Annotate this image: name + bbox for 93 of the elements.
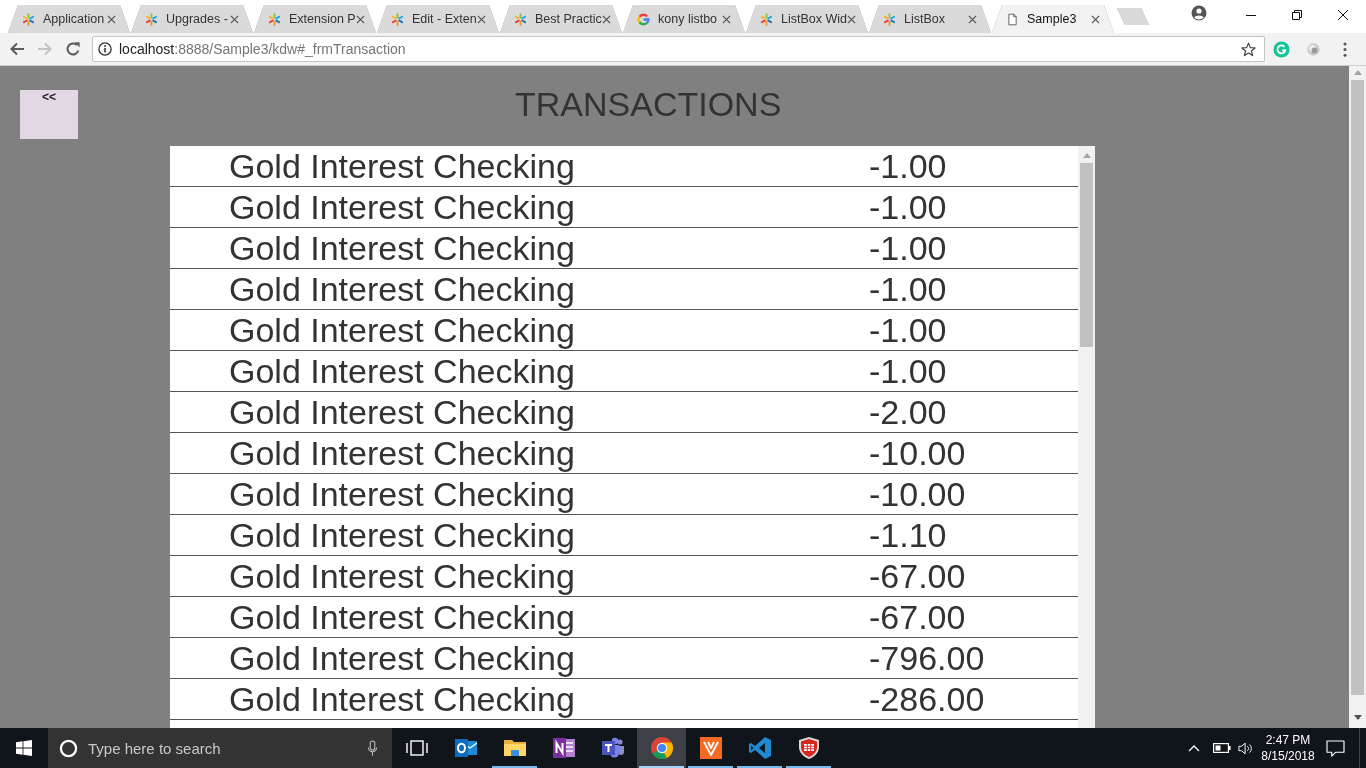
pinwheel-icon: [268, 12, 281, 26]
transaction-amount: -67.00: [869, 556, 966, 596]
close-icon[interactable]: [601, 14, 611, 24]
speaker-icon[interactable]: [1238, 740, 1254, 756]
envelope-tile-icon: [453, 736, 478, 760]
close-icon[interactable]: [847, 14, 856, 24]
battery-icon[interactable]: [1213, 743, 1231, 753]
transaction-description[interactable]: Gold Interest Checking: [170, 556, 575, 596]
ribbon-icon: [747, 736, 772, 760]
page-icon: [1006, 12, 1019, 26]
transaction-amount: -1.00: [869, 187, 947, 227]
browser-tab[interactable]: Upgrades -: [131, 5, 253, 33]
menu-icon[interactable]: [1343, 41, 1347, 57]
transaction-amount: -10.00: [869, 474, 966, 514]
transaction-description[interactable]: Gold Interest Checking: [170, 310, 575, 350]
transaction-description[interactable]: Gold Interest Checking: [170, 146, 575, 186]
transaction-description[interactable]: Gold Interest Checking: [170, 351, 575, 391]
account-icon[interactable]: [1191, 5, 1207, 21]
transaction-description[interactable]: Gold Interest Checking: [170, 638, 575, 678]
browser-tab[interactable]: ListBox Wid: [746, 5, 868, 33]
transaction-description[interactable]: Gold Interest Checking: [170, 597, 575, 637]
info-icon[interactable]: [98, 42, 112, 56]
browser-tab[interactable]: kony listbo: [623, 5, 745, 33]
pinwheel-icon: [514, 12, 527, 26]
pinwheel-icon: [883, 12, 896, 26]
scrollbar[interactable]: [1078, 146, 1095, 728]
search-bar[interactable]: Type here to search: [48, 728, 392, 768]
browser-tab[interactable]: Best Practic: [500, 5, 622, 33]
scrollbar-thumb[interactable]: [1351, 80, 1364, 695]
transaction-description[interactable]: Gold Interest Checking: [170, 269, 575, 309]
transaction-description[interactable]: Gold Interest Checking: [170, 228, 575, 268]
four-pane-icon: [16, 740, 32, 756]
clock-date[interactable]: 8/15/2018: [1261, 748, 1315, 764]
page-title: TRANSACTIONS: [515, 84, 782, 124]
browser-tab[interactable]: Extension P: [254, 5, 376, 33]
transaction-amount: -1.10: [869, 515, 947, 555]
close-icon[interactable]: [355, 14, 365, 24]
address-field[interactable]: localhost:8888/Sample3/kdw#_frmTransaction: [92, 36, 1265, 62]
transaction-amount: -1.00: [869, 146, 947, 186]
browser-tab[interactable]: Application: [8, 5, 130, 33]
back-button[interactable]: <<: [20, 90, 78, 139]
restore-icon: [1292, 10, 1302, 20]
transaction-amount: -796.00: [869, 638, 985, 678]
left-arrow-icon: [9, 41, 25, 57]
chevron-tile-icon: [698, 736, 723, 760]
browser-tab[interactable]: Sample3: [992, 5, 1114, 33]
transaction-description[interactable]: Gold Interest Checking: [170, 187, 575, 227]
close-icon: [1338, 10, 1348, 20]
taskbar-app-button[interactable]: [637, 728, 686, 768]
microphone-icon[interactable]: [367, 739, 378, 757]
ring-icon: [59, 738, 78, 758]
transaction-amount: -10.00: [869, 433, 966, 473]
segmented-circle-icon: [649, 736, 674, 760]
ball-icon[interactable]: [1304, 40, 1322, 58]
star-icon[interactable]: [1241, 41, 1256, 57]
people-tile-icon: [600, 736, 625, 760]
close-icon[interactable]: [476, 14, 486, 24]
browser-tab[interactable]: ListBox: [869, 5, 991, 33]
pinwheel-icon: [760, 12, 773, 26]
close-icon[interactable]: [230, 14, 239, 24]
pinwheel-icon: [145, 12, 158, 26]
transaction-amount: -1.00: [869, 269, 947, 309]
pinwheel-icon: [22, 12, 35, 26]
transaction-amount: -1.00: [869, 310, 947, 350]
transaction-description[interactable]: Gold Interest Checking: [170, 474, 575, 514]
notebook-tile-icon: [551, 736, 576, 760]
close-icon[interactable]: [107, 14, 116, 24]
scrollbar[interactable]: [1349, 66, 1366, 728]
pinwheel-icon: [391, 12, 404, 26]
close-icon[interactable]: [968, 14, 977, 24]
close-icon[interactable]: [1091, 14, 1100, 24]
g-logo-icon: [637, 12, 650, 26]
transaction-description[interactable]: Gold Interest Checking: [170, 433, 575, 473]
stacked-windows-icon: [405, 740, 428, 756]
transaction-description[interactable]: Gold Interest Checking: [170, 679, 575, 719]
right-arrow-icon: [37, 41, 53, 57]
transaction-description[interactable]: Gold Interest Checking: [170, 392, 575, 432]
browser-tab[interactable]: Edit - Exten: [377, 5, 499, 33]
down-arrow-icon[interactable]: [1353, 715, 1362, 720]
transaction-amount: -1.00: [869, 228, 947, 268]
transaction-amount: -286.00: [869, 679, 985, 719]
search-field[interactable]: Type here to search: [88, 739, 367, 757]
transaction-description[interactable]: Gold Interest Checking: [170, 515, 575, 555]
transaction-amount: -67.00: [869, 597, 966, 637]
transaction-amount: -1.00: [869, 351, 947, 391]
reload-icon: [65, 41, 81, 57]
close-icon[interactable]: [722, 14, 731, 24]
shield-icon: [796, 736, 821, 760]
scrollbar-thumb[interactable]: [1080, 163, 1093, 347]
clock-time[interactable]: 2:47 PM: [1265, 732, 1311, 748]
speech-bubble-icon[interactable]: [1326, 739, 1345, 757]
transaction-amount: -2.00: [869, 392, 947, 432]
chevron-up-icon[interactable]: [1188, 744, 1200, 752]
